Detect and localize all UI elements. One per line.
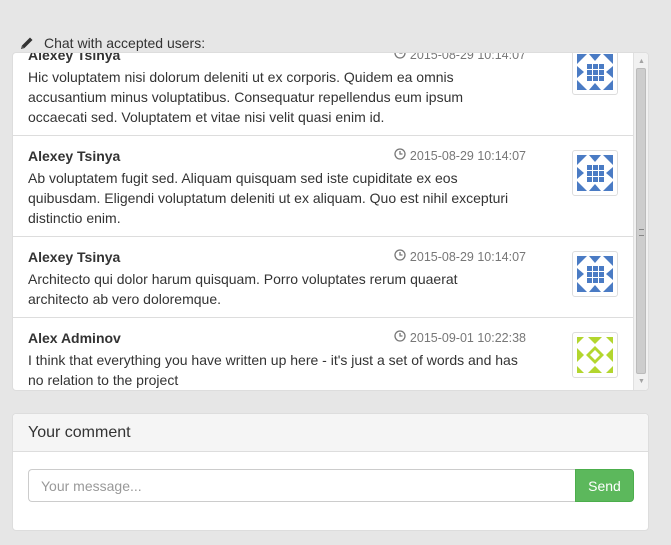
scroll-down-arrow-icon[interactable]: ▼ — [634, 375, 648, 388]
message-text: Architecto qui dolor harum quisquam. Por… — [28, 271, 458, 307]
clock-icon — [394, 330, 406, 345]
avatar — [572, 53, 618, 95]
message-author: Alexey Tsinya — [28, 249, 121, 265]
chat-panel[interactable]: Alexey Tsinya 2015-08-29 10:14:07 Hic vo… — [12, 52, 649, 391]
chat-scrollbar[interactable]: ▲ ▼ — [633, 53, 648, 390]
chat-message: Alex Adminov 2015-09-01 10:22:38 I think… — [13, 318, 634, 390]
green-identicon-icon — [577, 337, 613, 373]
avatar — [572, 150, 618, 196]
chat-message: Alexey Tsinya 2015-08-29 10:14:07 Hic vo… — [13, 52, 634, 136]
comment-input-group: Send — [28, 469, 634, 502]
message-author: Alexey Tsinya — [28, 52, 121, 63]
avatar — [572, 332, 618, 378]
message-time: 2015-08-29 10:14:07 — [409, 249, 526, 264]
blue-identicon-icon — [577, 256, 613, 292]
blue-identicon-icon — [577, 54, 613, 90]
message-timestamp: 2015-08-29 10:14:07 — [394, 52, 526, 62]
message-time: 2015-08-29 10:14:07 — [409, 52, 526, 62]
message-text: Ab voluptatem fugit sed. Aliquam quisqua… — [28, 170, 509, 226]
message-timestamp: 2015-09-01 10:22:38 — [394, 330, 526, 345]
comment-panel: Your comment Send — [12, 413, 649, 531]
message-timestamp: 2015-08-29 10:14:07 — [394, 148, 526, 163]
comment-heading: Your comment — [13, 414, 648, 452]
blue-identicon-icon — [577, 155, 613, 191]
clock-icon — [394, 53, 406, 62]
pencil-icon — [19, 35, 35, 51]
avatar — [572, 251, 618, 297]
message-author: Alex Adminov — [28, 330, 121, 346]
message-text: I think that everything you have written… — [28, 352, 518, 388]
clock-icon — [394, 249, 406, 264]
message-input[interactable] — [28, 469, 575, 502]
chat-message: Alexey Tsinya 2015-08-29 10:14:07 Ab vol… — [13, 136, 634, 237]
message-list: Alexey Tsinya 2015-08-29 10:14:07 Hic vo… — [13, 52, 634, 390]
message-time: 2015-08-29 10:14:07 — [409, 148, 526, 163]
scroll-thumb[interactable] — [636, 68, 646, 374]
message-timestamp: 2015-08-29 10:14:07 — [394, 249, 526, 264]
message-time: 2015-09-01 10:22:38 — [409, 330, 526, 345]
chat-message: Alexey Tsinya 2015-08-29 10:14:07 Archit… — [13, 237, 634, 318]
chat-header: Chat with accepted users: — [19, 34, 205, 52]
scroll-grip-icon — [639, 229, 644, 236]
send-button[interactable]: Send — [575, 469, 634, 502]
scroll-up-arrow-icon[interactable]: ▲ — [634, 55, 648, 68]
clock-icon — [394, 148, 406, 163]
message-author: Alexey Tsinya — [28, 148, 121, 164]
chat-title: Chat with accepted users: — [44, 35, 206, 51]
message-text: Hic voluptatem nisi dolorum deleniti ut … — [28, 69, 464, 125]
